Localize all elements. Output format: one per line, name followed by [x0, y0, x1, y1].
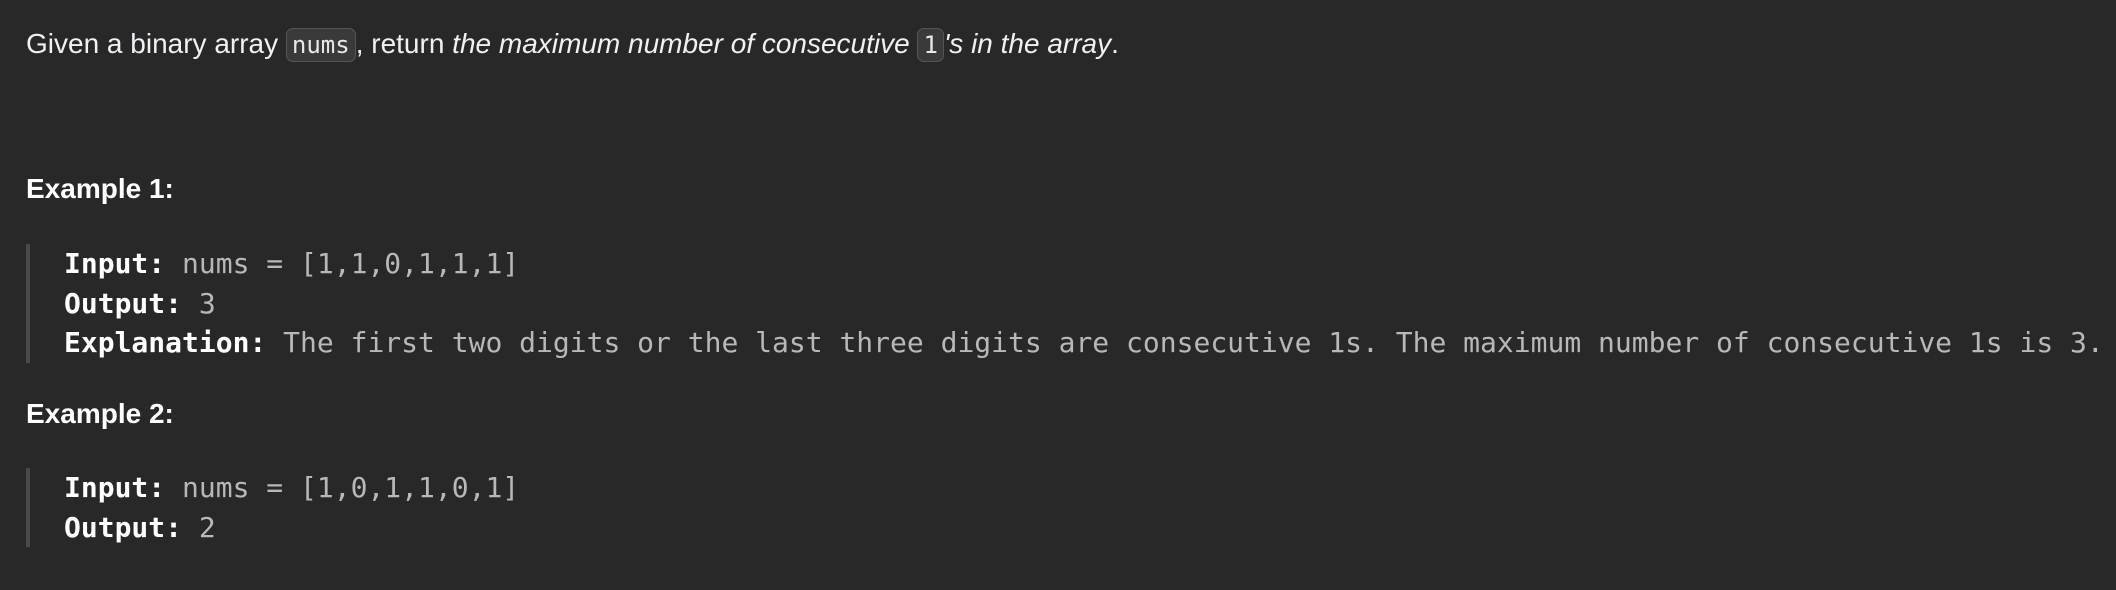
example-1-explanation-line: Explanation: The first two digits or the…	[64, 323, 2104, 363]
example-2-output-line: Output: 2	[64, 508, 519, 548]
explanation-label: Explanation:	[64, 326, 267, 359]
problem-statement: Given a binary array nums, return the ma…	[26, 26, 1119, 63]
example-1-input-line: Input: nums = [1,1,0,1,1,1]	[64, 244, 2104, 284]
problem-intro-text: Given a binary array	[26, 28, 286, 59]
example-2-block: Input: nums = [1,0,1,1,0,1] Output: 2	[26, 468, 519, 547]
input-label: Input:	[64, 471, 166, 504]
problem-period: .	[1111, 28, 1119, 59]
example-1-heading: Example 1:	[26, 173, 174, 204]
problem-return-text: , return	[355, 28, 453, 59]
input-value: nums = [1,0,1,1,0,1]	[165, 471, 520, 504]
explanation-value: The first two digits or the last three d…	[266, 326, 2104, 359]
problem-italic-suffix: 's in the array	[943, 28, 1112, 59]
output-value: 3	[182, 286, 216, 320]
code-nums: nums	[285, 28, 356, 62]
problem-italic-text: the maximum number of consecutive	[452, 28, 918, 59]
example-2-heading: Example 2:	[26, 398, 174, 429]
output-label: Output:	[64, 510, 183, 544]
example-1-block: Input: nums = [1,1,0,1,1,1] Output: 3 Expl…	[26, 244, 2104, 363]
input-label: Input:	[64, 247, 166, 280]
example-1-output-line: Output: 3	[64, 284, 2104, 324]
output-value: 2	[182, 510, 216, 544]
example-2-input-line: Input: nums = [1,0,1,1,0,1]	[64, 468, 519, 508]
code-one: 1	[917, 28, 944, 62]
input-value: nums = [1,1,0,1,1,1]	[165, 247, 520, 280]
output-label: Output:	[64, 286, 183, 320]
